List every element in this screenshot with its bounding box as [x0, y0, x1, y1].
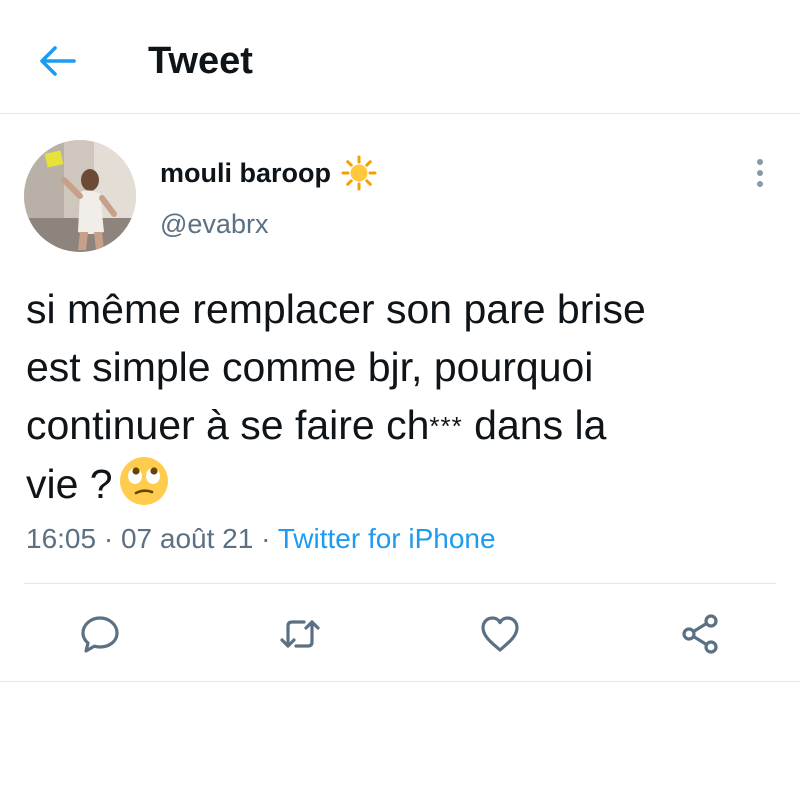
retweet-icon	[280, 620, 320, 648]
face-with-rolling-eyes-emoji-icon	[119, 457, 168, 505]
back-button[interactable]	[34, 38, 80, 84]
sun-emoji-icon	[341, 155, 377, 191]
tweet-text: si même remplacer son pare brise est sim…	[26, 280, 776, 513]
reply-button[interactable]	[78, 612, 122, 656]
page-title: Tweet	[148, 40, 253, 82]
tweet-line-text: continuer à se faire ch	[26, 402, 430, 448]
tweet-line: vie ?	[26, 455, 776, 513]
retweet-button[interactable]	[278, 612, 322, 656]
tweet-line: est simple comme bjr, pourquoi	[26, 344, 594, 390]
avatar-photo	[24, 140, 136, 252]
heart-icon	[481, 616, 519, 652]
tweet-date: 07 août 21	[120, 523, 254, 554]
avatar[interactable]	[24, 140, 136, 252]
author-handle[interactable]: @evabrx	[160, 207, 268, 241]
more-options-button[interactable]	[746, 156, 774, 190]
like-button[interactable]	[478, 612, 522, 656]
author-display-name[interactable]: mouli baroop	[160, 155, 377, 191]
meta-separator: ·	[96, 523, 121, 554]
share-icon	[682, 614, 718, 654]
divider	[0, 681, 800, 682]
tweet-line-text: dans la	[462, 402, 607, 448]
reply-icon	[81, 616, 119, 653]
tweet-line: si même remplacer son pare brise	[26, 286, 646, 332]
tweet-time: 16:05	[26, 523, 97, 554]
meta-separator: ·	[253, 523, 278, 554]
tweet-line: continuer à se faire ch*** dans la	[26, 396, 776, 455]
tweet-meta: 16:05 · 07 août 21 · Twitter for iPhone	[26, 520, 496, 558]
arrow-left-icon	[40, 46, 76, 76]
tweet-line-text: vie ?	[26, 461, 113, 507]
censor-asterisks: ***	[429, 411, 463, 441]
top-bar: Tweet	[0, 0, 800, 114]
more-vertical-icon	[757, 159, 763, 187]
share-button[interactable]	[678, 612, 722, 656]
divider	[24, 583, 776, 584]
tweet-detail-screen: Tweet mouli baroop @evabrx si même rempl…	[0, 0, 800, 800]
tweet-source-link[interactable]: Twitter for iPhone	[278, 523, 496, 554]
display-name-text: mouli baroop	[160, 158, 331, 188]
